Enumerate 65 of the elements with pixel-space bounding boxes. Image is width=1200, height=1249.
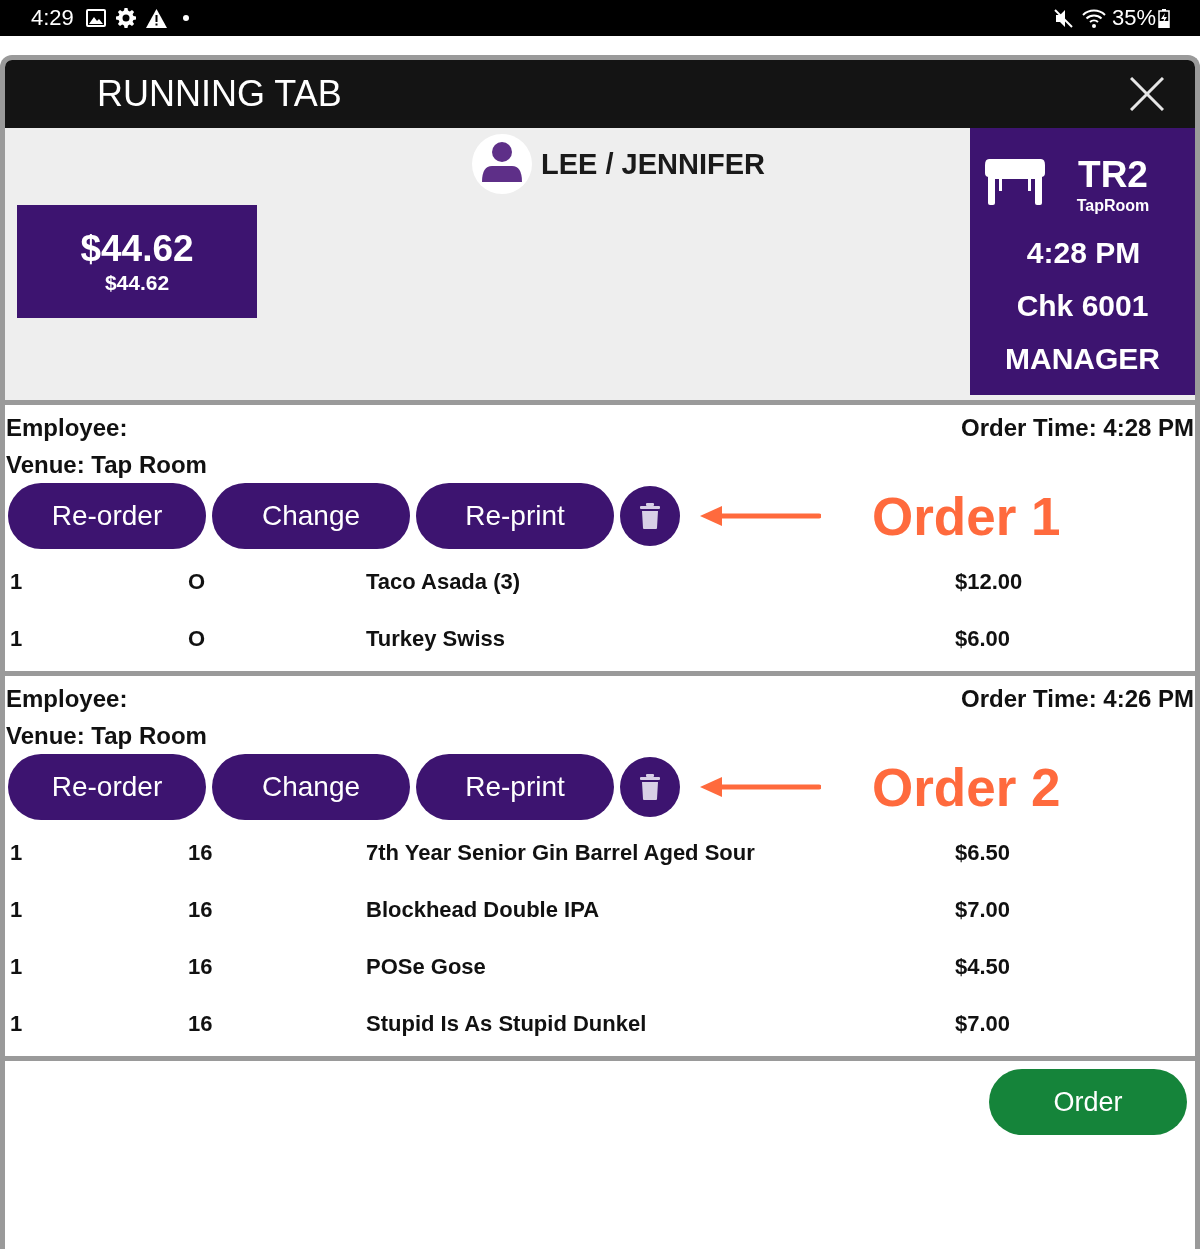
area-name: TapRoom bbox=[1076, 196, 1150, 216]
employee-label: Employee: bbox=[6, 683, 128, 714]
warning-icon bbox=[145, 8, 167, 28]
item-name: Stupid Is As Stupid Dunkel bbox=[366, 1010, 648, 1038]
order-annotation: Order 1 bbox=[872, 489, 1061, 543]
item-quantity: 1 bbox=[10, 568, 24, 596]
close-icon bbox=[1130, 77, 1164, 111]
item-name: Turkey Swiss bbox=[366, 625, 506, 653]
item-quantity: 1 bbox=[10, 896, 24, 924]
order-annotation: Order 2 bbox=[872, 760, 1061, 814]
reprint-button[interactable]: Re-print bbox=[416, 754, 614, 820]
item-price: $7.00 bbox=[955, 1010, 1012, 1038]
customer-name: LEE / JENNIFER bbox=[541, 149, 765, 179]
item-code: 16 bbox=[188, 1010, 214, 1038]
check-time: 4:28 PM bbox=[1026, 235, 1141, 271]
item-price: $7.00 bbox=[955, 896, 1012, 924]
item-code: O bbox=[188, 625, 207, 653]
item-name: 7th Year Senior Gin Barrel Aged Sour bbox=[366, 839, 756, 867]
item-quantity: 1 bbox=[10, 1010, 24, 1038]
check-number: Chk 6001 bbox=[1016, 288, 1149, 324]
delete-button[interactable] bbox=[620, 757, 680, 817]
order-time: Order Time: 4:26 PM bbox=[961, 683, 1194, 714]
image-icon bbox=[85, 9, 106, 27]
reorder-button[interactable]: Re-order bbox=[8, 754, 206, 820]
status-time: 4:29 bbox=[31, 7, 74, 29]
item-quantity: 1 bbox=[10, 839, 24, 867]
total-amount: $44.62 bbox=[80, 227, 194, 270]
table-number: TR2 bbox=[1078, 155, 1148, 195]
item-quantity: 1 bbox=[10, 625, 24, 653]
battery-percent: 35% bbox=[1111, 7, 1156, 29]
trash-icon bbox=[640, 774, 660, 800]
mute-icon bbox=[1053, 8, 1073, 28]
close-button[interactable] bbox=[1127, 74, 1167, 114]
item-price: $6.00 bbox=[955, 625, 1012, 653]
item-code: 16 bbox=[188, 953, 214, 981]
item-code: 16 bbox=[188, 839, 214, 867]
server-role: MANAGER bbox=[1005, 341, 1160, 377]
venue-label: Venue: Tap Room bbox=[6, 449, 207, 480]
item-name: POSe Gose bbox=[366, 953, 487, 981]
item-quantity: 1 bbox=[10, 953, 24, 981]
reprint-button[interactable]: Re-print bbox=[416, 483, 614, 549]
item-code: O bbox=[188, 568, 207, 596]
item-price: $6.50 bbox=[955, 839, 1012, 867]
change-button[interactable]: Change bbox=[212, 754, 410, 820]
delete-button[interactable] bbox=[620, 486, 680, 546]
trash-icon bbox=[640, 503, 660, 529]
battery-icon bbox=[1158, 8, 1170, 28]
item-name: Blockhead Double IPA bbox=[366, 896, 601, 924]
order-button[interactable]: Order bbox=[989, 1069, 1187, 1135]
avatar-icon bbox=[472, 134, 532, 194]
item-code: 16 bbox=[188, 896, 214, 924]
venue-label: Venue: Tap Room bbox=[6, 720, 207, 751]
table-icon bbox=[985, 157, 1045, 205]
subtotal-amount: $44.62 bbox=[104, 269, 170, 296]
item-name: Taco Asada (3) bbox=[366, 568, 522, 596]
settings-icon bbox=[115, 8, 136, 28]
item-price: $12.00 bbox=[955, 568, 1024, 596]
change-button[interactable]: Change bbox=[212, 483, 410, 549]
item-price: $4.50 bbox=[955, 953, 1012, 981]
wifi-icon bbox=[1081, 8, 1106, 28]
reorder-button[interactable]: Re-order bbox=[8, 483, 206, 549]
order-time: Order Time: 4:28 PM bbox=[961, 412, 1194, 443]
employee-label: Employee: bbox=[6, 412, 128, 443]
dot-icon bbox=[182, 15, 189, 21]
dialog-title: RUNNING TAB bbox=[97, 76, 342, 112]
